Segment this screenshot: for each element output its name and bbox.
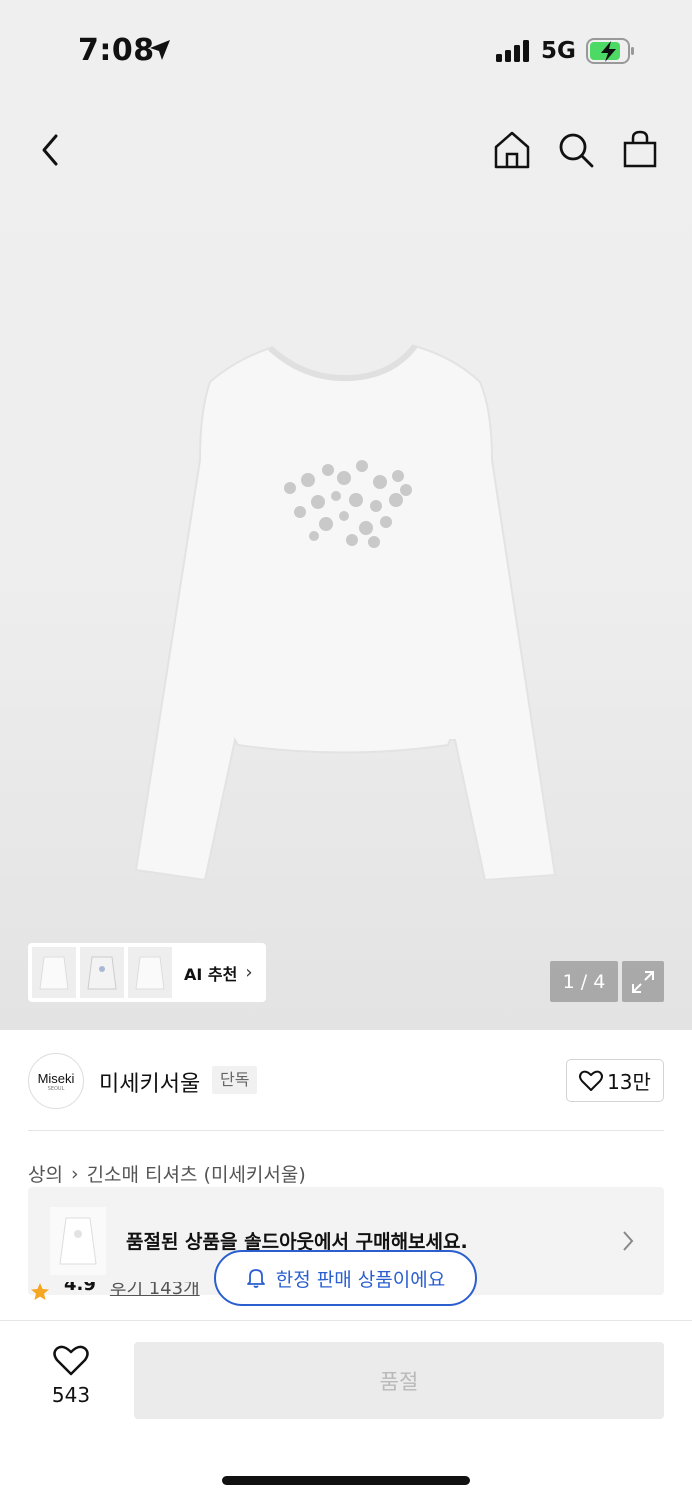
rating-score: 4.9 — [64, 1282, 96, 1295]
ai-recommend-button[interactable]: AI 추천 › — [28, 943, 266, 1002]
brand-logo-subtext: SEOUL — [47, 1085, 65, 1092]
soldout-product-thumbnail — [50, 1207, 106, 1275]
expand-icon[interactable] — [622, 961, 664, 1002]
ai-recommend-thumbnail — [128, 947, 172, 998]
brand-logo[interactable]: Miseki SEOUL — [28, 1053, 84, 1109]
ai-recommend-thumbnail — [80, 947, 124, 998]
wishlist-count: 543 — [51, 1383, 91, 1407]
chevron-right-icon: › — [245, 962, 253, 983]
rating-row: 4.9 후기 143개 — [30, 1282, 200, 1302]
bell-icon — [246, 1269, 265, 1288]
breadcrumb: 상의 › 긴소매 티셔츠 (미세키서울) — [28, 1160, 306, 1187]
status-bar: 7:08 5G — [0, 0, 692, 100]
product-shirt-image — [134, 344, 557, 882]
breadcrumb-category[interactable]: 상의 — [28, 1160, 63, 1187]
breadcrumb-subcategory[interactable]: 긴소매 티셔츠 (미세키서울) — [87, 1160, 306, 1187]
chevron-right-icon — [623, 1231, 634, 1251]
heart-icon — [53, 1345, 89, 1376]
review-link[interactable]: 후기 143개 — [110, 1282, 200, 1300]
brand-name[interactable]: 미세키서울 — [99, 1066, 200, 1098]
battery-charging-icon — [586, 38, 634, 64]
exclusive-badge: 단독 — [212, 1066, 258, 1094]
shopping-bag-icon[interactable] — [620, 129, 660, 169]
back-arrow-icon[interactable] — [34, 130, 68, 170]
limited-sale-text: 한정 판매 상품이에요 — [275, 1268, 446, 1291]
image-pager: 1 / 4 — [550, 961, 618, 1002]
brand-like-button[interactable]: 13만 — [566, 1059, 664, 1102]
star-icon — [31, 1283, 49, 1300]
search-icon[interactable] — [556, 130, 596, 170]
bottom-bar-divider — [0, 1320, 692, 1321]
network-type: 5G — [541, 38, 576, 64]
home-icon[interactable] — [492, 130, 532, 170]
home-indicator — [222, 1476, 470, 1485]
location-arrow-icon — [150, 40, 170, 60]
brand-logo-text: Miseki — [37, 1070, 75, 1086]
divider — [28, 1130, 664, 1131]
limited-sale-badge: 한정 판매 상품이에요 — [214, 1250, 477, 1306]
soldout-buy-button[interactable]: 품절 — [134, 1342, 664, 1419]
brand-like-count: 13만 — [607, 1070, 651, 1094]
chevron-right-icon: › — [70, 1162, 79, 1185]
ai-recommend-thumbnail — [32, 947, 76, 998]
cellular-signal-icon — [496, 40, 529, 62]
wishlist-button[interactable]: 543 — [36, 1345, 106, 1407]
status-time: 7:08 — [78, 33, 155, 68]
heart-icon — [579, 1070, 604, 1091]
ai-recommend-label: AI 추천 — [184, 964, 238, 984]
